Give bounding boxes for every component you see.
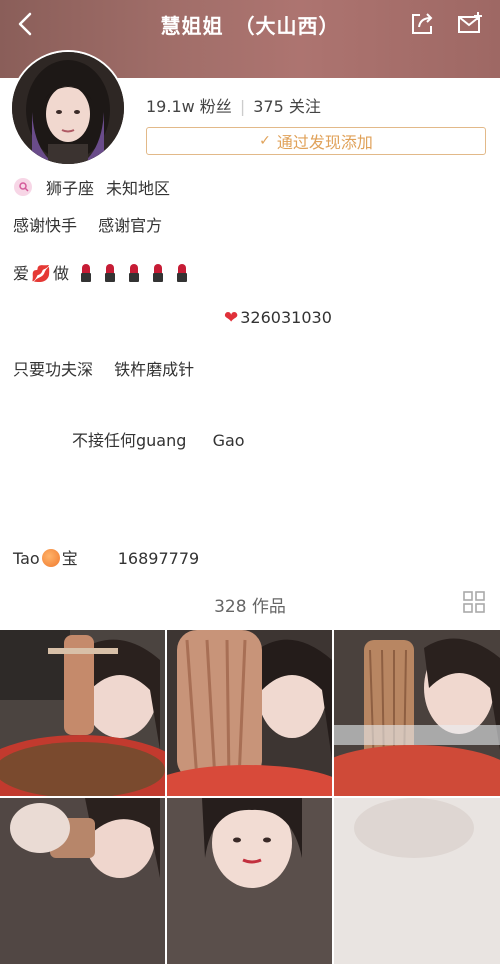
message-icon[interactable] (456, 10, 484, 38)
bio-line-4: 只要功夫深 铁杵磨成针 (13, 360, 195, 379)
lipstick-icon (175, 264, 189, 282)
avatar[interactable] (10, 50, 126, 166)
bio-contact-number: 326031030 (240, 308, 332, 327)
location-row: 狮子座 未知地区 (14, 175, 170, 199)
work-thumbnail[interactable] (334, 798, 500, 964)
bio-line-5: 不接任何guang Gao (72, 431, 245, 450)
follow-button-label: 通过发现添加 (276, 133, 373, 152)
bio-word-tao: Tao (13, 549, 40, 568)
bio-line-2: 爱 💋 做 (13, 260, 189, 284)
bio-line-6: Tao 宝 16897779 (13, 545, 199, 569)
work-thumbnail[interactable] (167, 630, 332, 796)
bio-word-bao: 宝 (61, 549, 78, 568)
bio-line-1: 感谢快手 感谢官方 (13, 216, 163, 235)
lipstick-icon (151, 264, 165, 282)
kiss-lips-icon: 💋 (31, 264, 51, 283)
check-icon: ✓ (259, 133, 271, 149)
following-count[interactable]: 375 关注 (253, 97, 321, 116)
location-pin-icon (14, 178, 32, 196)
share-icon[interactable] (408, 10, 436, 38)
peach-icon (41, 549, 60, 567)
work-thumbnail[interactable] (0, 630, 165, 796)
work-thumbnail[interactable] (334, 630, 500, 796)
work-thumbnail[interactable] (167, 798, 332, 964)
work-thumbnail[interactable] (0, 798, 165, 964)
follow-button[interactable]: ✓ 通过发现添加 (146, 127, 486, 155)
location-area: 未知地区 (106, 179, 171, 198)
bio-word-love: 爱 (13, 264, 30, 283)
bio-shop-number: 16897779 (117, 549, 200, 568)
bio-line-3: ❤ 326031030 (224, 308, 332, 328)
heart-icon: ❤ (224, 308, 239, 328)
zodiac-sign: 狮子座 (46, 179, 95, 198)
bio-word-do: 做 (52, 264, 69, 283)
lipstick-icon (103, 264, 117, 282)
fans-count[interactable]: 19.1w 粉丝 (146, 97, 232, 116)
lipstick-icon (127, 264, 141, 282)
works-count[interactable]: 328 作品 (0, 592, 500, 617)
follow-stats: 19.1w 粉丝 | 375 关注 (146, 97, 321, 116)
lipstick-icon (79, 264, 93, 282)
grid-layout-icon[interactable] (462, 590, 486, 614)
